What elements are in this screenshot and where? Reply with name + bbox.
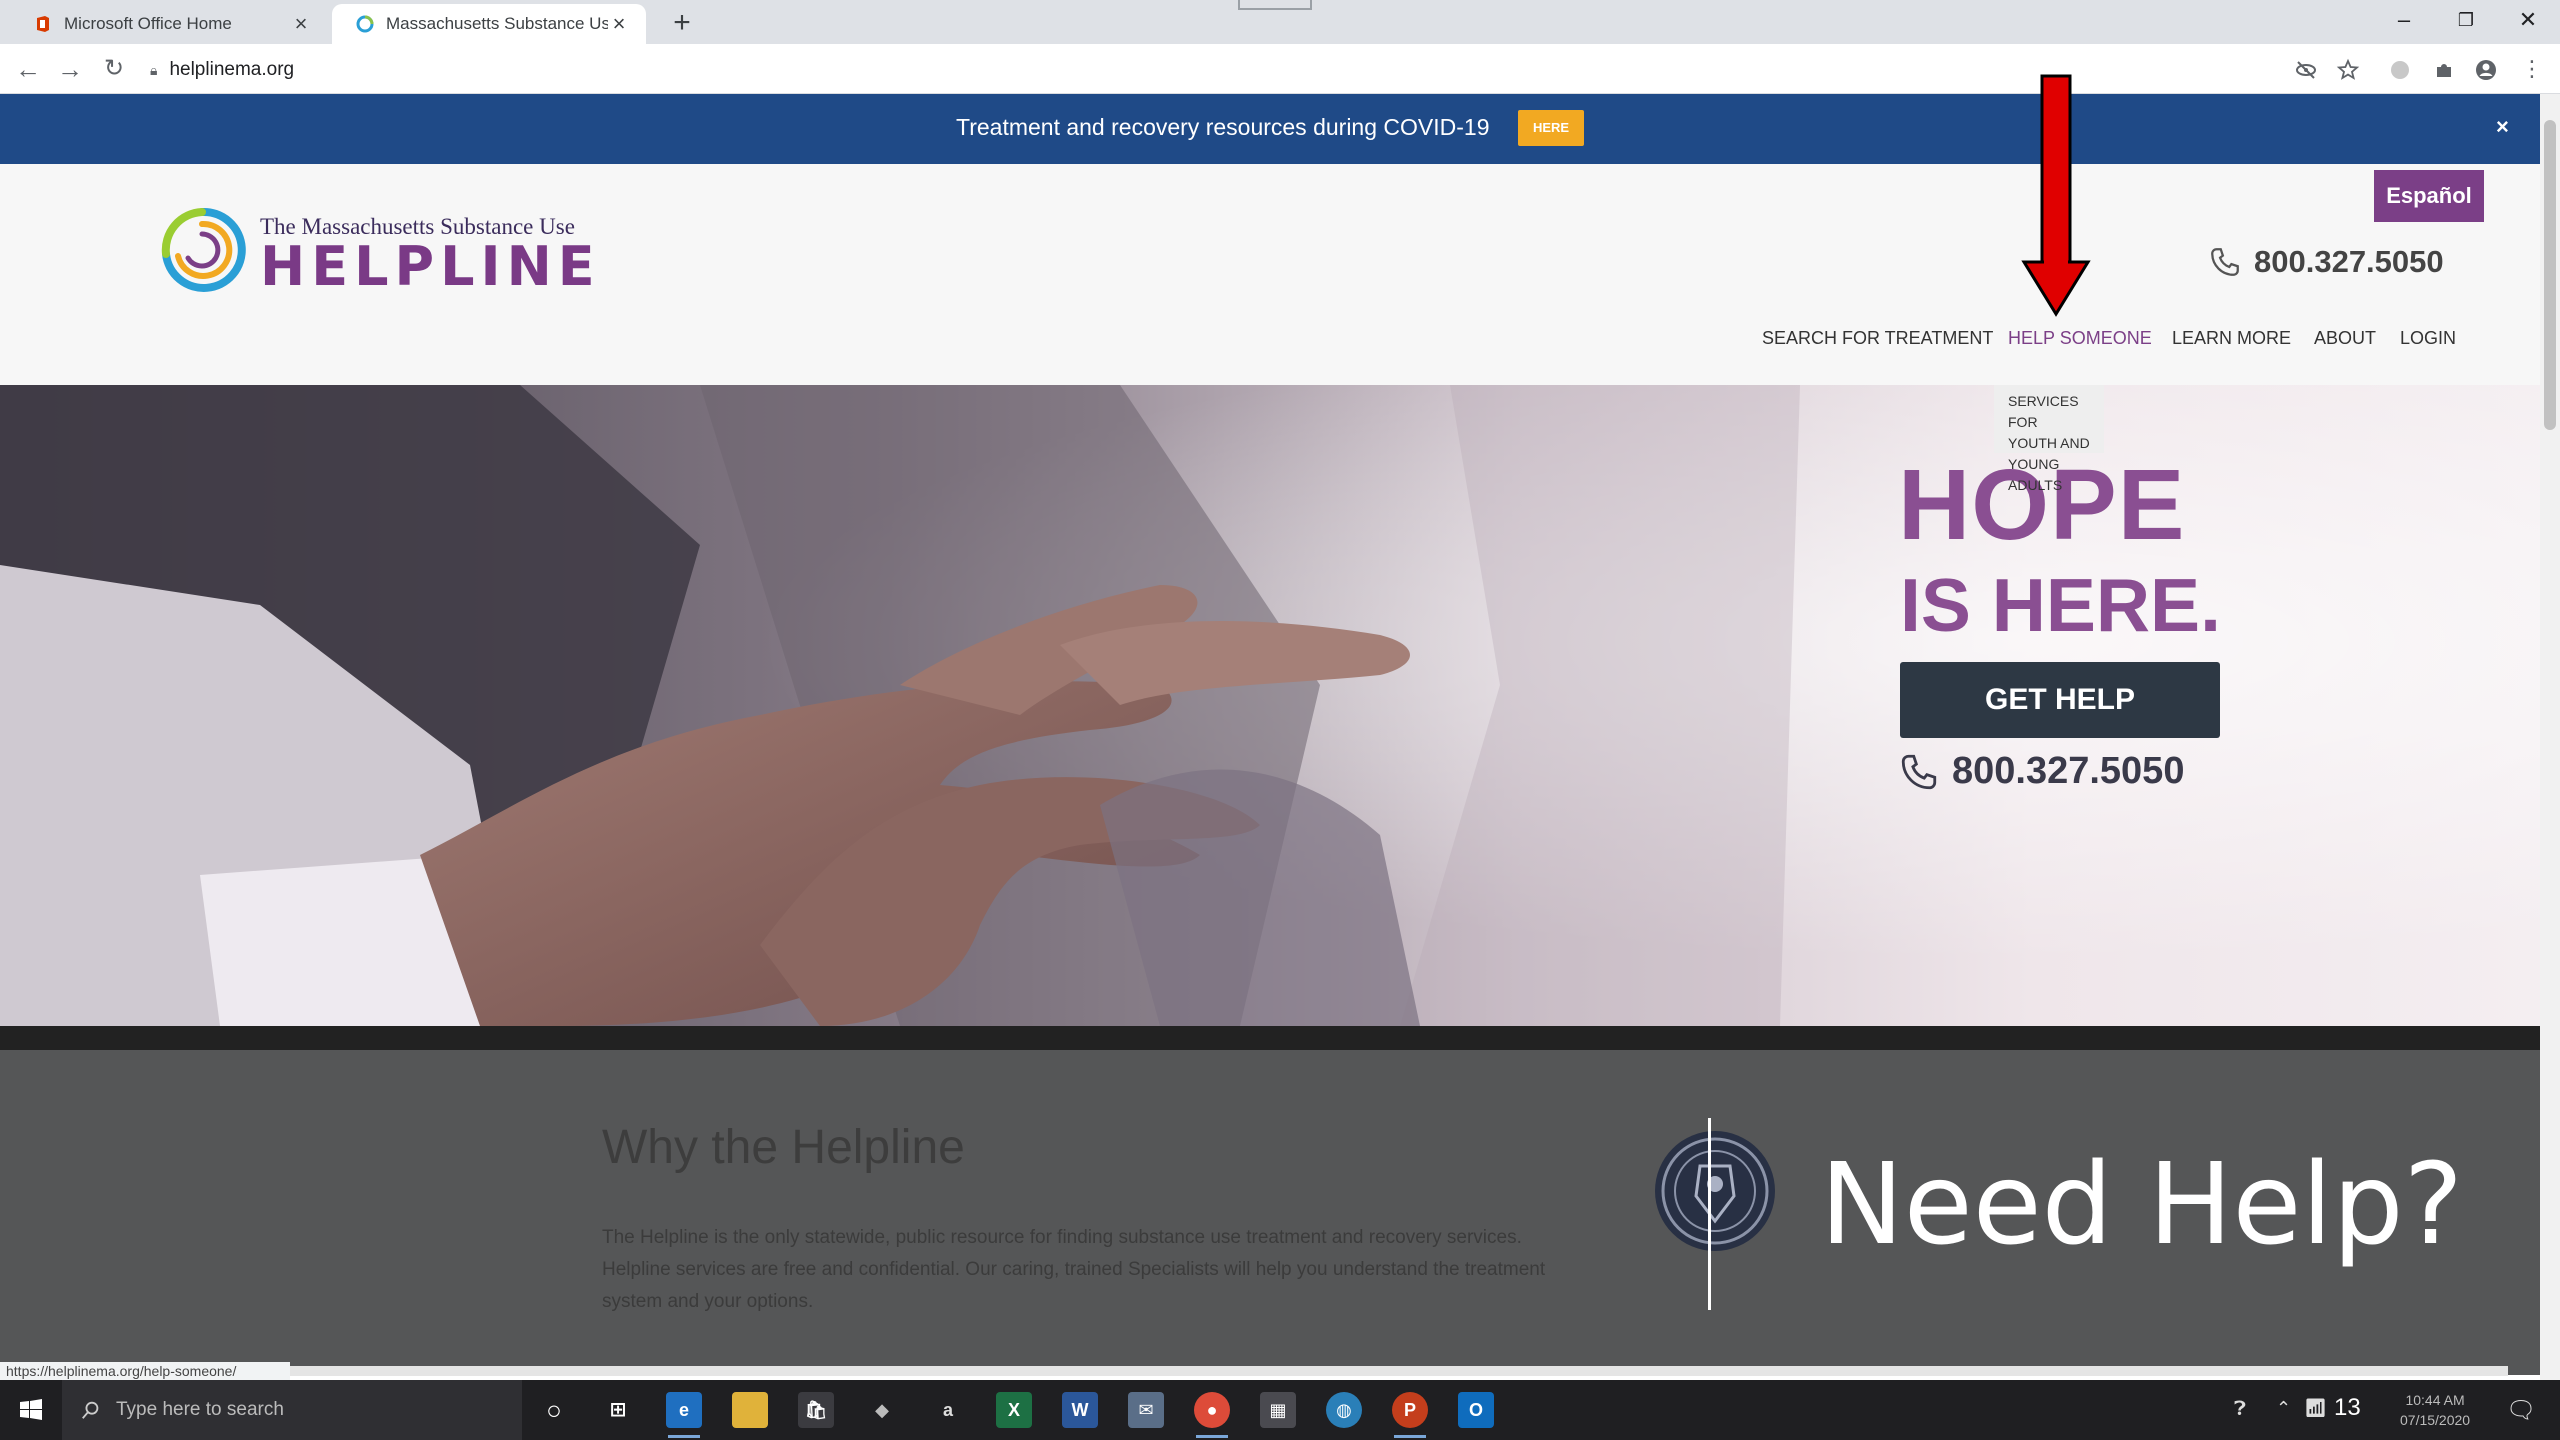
close-window-icon[interactable]: ✕ <box>2504 2 2552 38</box>
get-help-button[interactable]: GET HELP <box>1900 662 2220 738</box>
slide-title: Need Help? <box>1820 1140 2464 1270</box>
forward-icon[interactable]: → <box>52 52 88 88</box>
screen: Microsoft Office Home × Massachusetts Su… <box>0 0 2560 1440</box>
address-bar[interactable]: 🔒︎ helplinema.org <box>150 54 2250 86</box>
profile-icon[interactable] <box>2474 58 2498 82</box>
extension-circle-icon[interactable] <box>2388 58 2412 82</box>
submenu-line: YOUNG ADULTS <box>2008 456 2063 493</box>
helpline-logo-icon[interactable] <box>156 204 248 296</box>
close-tab-icon[interactable]: × <box>608 11 630 37</box>
store-icon[interactable]: 🛍︎ <box>798 1392 834 1428</box>
nav-login[interactable]: LOGIN <box>2400 328 2456 349</box>
taskbar-search[interactable]: Type here to search <box>62 1380 522 1440</box>
windows-start-button[interactable] <box>0 1380 62 1440</box>
outlook-icon[interactable]: O <box>1458 1392 1494 1428</box>
chrome-icon[interactable]: ● <box>1194 1392 1230 1438</box>
hero-phone[interactable]: 800.327.5050 <box>1898 750 2184 793</box>
dropbox-icon[interactable]: ◆ <box>864 1392 900 1428</box>
star-icon[interactable] <box>2336 58 2360 82</box>
menu-icon[interactable]: ⋮ <box>2514 52 2550 88</box>
covid-banner: Treatment and recovery resources during … <box>0 94 2540 164</box>
why-helpline-title: Why the Helpline <box>602 1121 965 1174</box>
windows-taskbar: Type here to search ○ ⊞ e 🛍︎ ◆ a X W ✉ ●… <box>0 1380 2560 1440</box>
close-tab-icon[interactable]: × <box>290 11 312 37</box>
header-phone[interactable]: 800.327.5050 <box>2208 244 2444 280</box>
browser-toolbar: ← → ↻ 🔒︎ helplinema.org ⋮ <box>0 44 2560 94</box>
search-icon <box>82 1401 99 1419</box>
submenu-line: SERVICES FOR <box>2008 393 2079 430</box>
state-seal-icon <box>1655 1131 1775 1251</box>
mail-icon[interactable]: ✉ <box>1128 1392 1164 1428</box>
clock-time: 10:44 AM <box>2405 1392 2465 1408</box>
why-helpline-body: The Helpline is the only statewide, publ… <box>602 1227 1546 1312</box>
office-icon <box>37 16 49 32</box>
globe-app-icon[interactable]: ◍ <box>1326 1392 1362 1428</box>
lock-icon: 🔒︎ <box>150 61 158 78</box>
new-tab-button[interactable]: + <box>664 6 700 40</box>
hero-headline-is-here: IS HERE. <box>1900 563 2221 647</box>
chevron-up-icon[interactable]: ⌃ <box>2276 1398 2291 1419</box>
search-placeholder: Type here to search <box>116 1399 284 1420</box>
red-arrow-annotation <box>2021 74 2091 317</box>
nav-learn-more[interactable]: LEARN MORE <box>2172 328 2291 349</box>
helpline-icon <box>356 15 374 33</box>
clock[interactable]: 10:44 AM 07/15/2020 <box>2400 1390 2470 1430</box>
minimize-icon[interactable]: – <box>2380 2 2428 38</box>
help-someone-dropdown[interactable]: SERVICES FOR YOUTH AND YOUNG ADULTS <box>1994 385 2104 493</box>
phone-number: 800.327.5050 <box>1952 750 2185 792</box>
slide-number: 13 <box>2334 1394 2361 1421</box>
horizontal-scrollbar[interactable] <box>290 1366 2508 1376</box>
status-url: https://helplinema.org/help-someone/ <box>0 1362 290 1380</box>
help-icon[interactable]: ❓︎ <box>2234 1398 2246 1421</box>
windows-logo-icon <box>20 1399 42 1420</box>
divider <box>0 1026 2560 1050</box>
browser-tab-bar: Microsoft Office Home × Massachusetts Su… <box>0 0 2560 44</box>
cortana-icon[interactable]: ○ <box>536 1392 572 1428</box>
vertical-scrollbar[interactable] <box>2540 94 2560 1380</box>
banner-text: Treatment and recovery resources during … <box>956 114 1490 140</box>
site-header: The Massachusetts Substance Use HELPLINE… <box>0 164 2540 385</box>
window-handle <box>1238 0 1312 10</box>
phone-number: 800.327.5050 <box>2254 244 2444 279</box>
file-explorer-icon[interactable] <box>732 1392 768 1428</box>
clock-date: 07/15/2020 <box>2400 1412 2471 1428</box>
reload-icon[interactable]: ↻ <box>96 52 132 88</box>
calculator-icon[interactable]: ▦ <box>1260 1392 1296 1428</box>
phone-icon <box>2211 248 2239 276</box>
logo-wordmark[interactable]: HELPLINE <box>260 235 601 298</box>
slide-divider-line <box>1708 1118 1711 1310</box>
submenu-line: YOUTH AND <box>2008 435 2090 451</box>
nav-about[interactable]: ABOUT <box>2314 328 2376 349</box>
eye-off-icon[interactable] <box>2294 58 2318 82</box>
word-icon[interactable]: W <box>1062 1392 1098 1428</box>
excel-icon[interactable]: X <box>996 1392 1032 1428</box>
tab-helpline[interactable]: Massachusetts Substance Use He × <box>332 4 646 44</box>
nav-help-someone[interactable]: HELP SOMEONE <box>2008 328 2152 349</box>
task-view-icon[interactable]: ⊞ <box>600 1392 636 1428</box>
powerpoint-icon[interactable]: P <box>1392 1392 1428 1438</box>
restore-icon[interactable]: ❐ <box>2442 2 2490 38</box>
back-icon[interactable]: ← <box>10 52 46 88</box>
tab-title: Microsoft Office Home <box>64 14 232 33</box>
close-banner-icon[interactable]: × <box>2496 114 2509 140</box>
tab-office-home[interactable]: Microsoft Office Home × <box>10 4 328 44</box>
here-button[interactable]: HERE <box>1518 110 1584 146</box>
network-icon[interactable]: 📶︎ <box>2304 1398 2327 1419</box>
tab-title: Massachusetts Substance Use He <box>386 14 608 33</box>
edge-icon[interactable]: e <box>666 1392 702 1438</box>
phone-icon <box>1901 754 1937 789</box>
nav-search-for-treatment[interactable]: SEARCH FOR TREATMENT <box>1762 328 1993 349</box>
notifications-icon[interactable]: 🗨︎ <box>2506 1396 2536 1425</box>
puzzle-icon[interactable] <box>2432 58 2456 82</box>
scrollbar-thumb[interactable] <box>2544 120 2556 430</box>
amazon-icon[interactable]: a <box>930 1392 966 1428</box>
url-text: helplinema.org <box>169 59 295 80</box>
espanol-button[interactable]: Español <box>2374 170 2484 222</box>
